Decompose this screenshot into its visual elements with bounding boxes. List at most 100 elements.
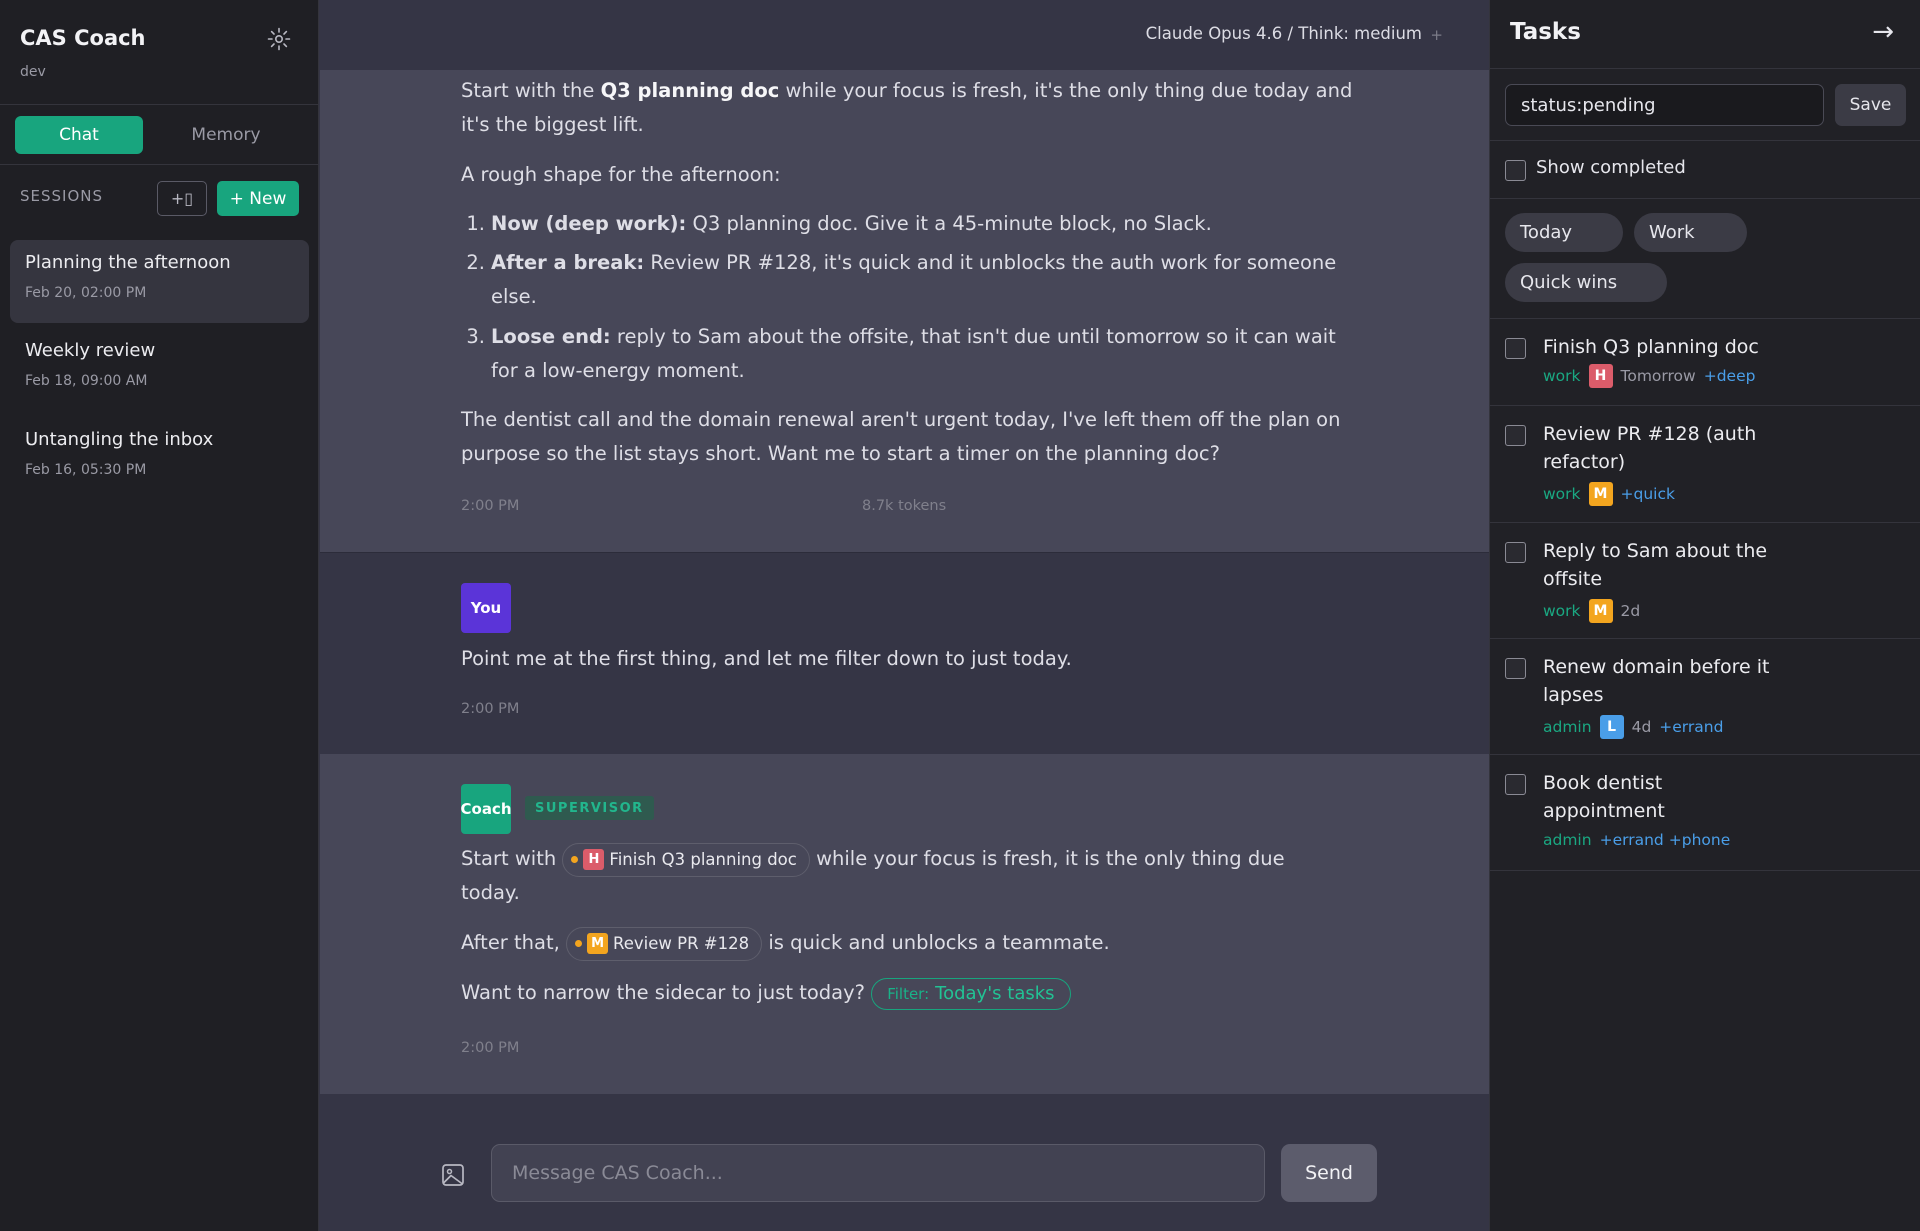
task-checkbox[interactable] — [1505, 338, 1526, 359]
task-item[interactable]: Renew domain before it lapses admin L 4d… — [1490, 639, 1920, 755]
task-meta: admin L 4d +errand — [1543, 715, 1728, 739]
tasks-title: Tasks — [1510, 19, 1581, 45]
priority-badge: H — [1588, 364, 1613, 388]
text: Start with — [461, 847, 557, 870]
session-title: Untangling the inbox — [25, 429, 214, 450]
task-tag[interactable]: +quick — [1621, 485, 1675, 503]
chat-header: Claude Opus 4.6 / Think: medium + — [320, 0, 1489, 70]
show-completed-checkbox[interactable] — [1505, 160, 1526, 181]
task-chip[interactable]: M Review PR #128 — [566, 926, 763, 961]
sessions-label: SESSIONS — [20, 187, 104, 205]
task-checkbox[interactable] — [1505, 542, 1526, 563]
new-session-button[interactable]: + New — [217, 181, 299, 216]
message-paragraph: A rough shape for the afternoon: — [461, 163, 781, 186]
task-checkbox[interactable] — [1505, 774, 1526, 795]
message-input[interactable] — [491, 1144, 1265, 1202]
task-tag[interactable]: +phone — [1669, 831, 1731, 849]
bold-text: Loose end: — [491, 325, 611, 348]
message-paragraph: The dentist call and the domain renewal … — [461, 408, 1341, 465]
priority-badge: H — [583, 849, 605, 870]
list-number: 1. — [466, 212, 485, 235]
tab-chat[interactable]: Chat — [15, 116, 143, 154]
app-title: CAS Coach — [20, 26, 146, 50]
message-text: Point me at the first thing, and let me … — [461, 647, 1072, 670]
preset-quick-wins[interactable]: Quick wins — [1505, 263, 1667, 302]
bold-text: Q3 planning doc — [600, 79, 780, 102]
model-plus-button[interactable]: + — [1430, 26, 1443, 44]
status-dot — [571, 856, 579, 863]
session-date: Feb 20, 02:00 PM — [25, 285, 147, 301]
filter-action-chip[interactable]: Filter: Today's tasks — [871, 977, 1071, 1010]
list-text: Now (deep work): Q3 planning doc. Give i… — [491, 207, 1361, 241]
message-time: 2:00 PM — [461, 498, 520, 514]
task-title: Review PR #128 (auth refactor) — [1543, 423, 1757, 473]
model-selector[interactable]: Claude Opus 4.6 / Think: medium — [1146, 24, 1422, 43]
show-completed-label: Show completed — [1536, 157, 1686, 178]
text: reply to Sam about the offsite, that isn… — [491, 325, 1336, 382]
arrow-right-icon[interactable]: → — [1872, 17, 1894, 47]
coach-message: Coach SUPERVISOR Start with H Finish Q3 p… — [320, 754, 1489, 1094]
role-badge: SUPERVISOR — [525, 796, 654, 820]
bold-text: After a break: — [491, 251, 645, 274]
session-date: Feb 16, 05:30 PM — [25, 462, 147, 478]
task-chip[interactable]: H Finish Q3 planning doc — [562, 842, 810, 877]
list-number: 2. — [466, 251, 485, 274]
show-completed-row: Show completed — [1490, 141, 1920, 199]
task-tag[interactable]: +errand — [1659, 718, 1723, 736]
priority-badge: L — [1599, 715, 1624, 739]
task-item[interactable]: Book dentist appointment admin +errand +… — [1490, 755, 1920, 871]
tab-memory[interactable]: Memory — [162, 116, 290, 154]
text: is quick and unblocks a teammate. — [768, 931, 1110, 954]
session-item[interactable]: Weekly review Feb 18, 09:00 AM — [10, 328, 309, 411]
tasks-panel: Tasks → Save Show completed Today Work Q… — [1489, 0, 1920, 1231]
status-dot — [575, 940, 583, 947]
user-avatar: You — [461, 583, 511, 633]
text: while your focus is fresh, it is the onl… — [816, 847, 1285, 870]
task-item[interactable]: Review PR #128 (auth refactor) work M +q… — [1490, 406, 1920, 523]
text: Want to narrow the sidecar to just today… — [461, 981, 865, 1004]
coach-avatar: Coach — [461, 784, 512, 834]
task-title: Book dentist appointment — [1543, 772, 1665, 822]
send-button[interactable]: Send — [1281, 1144, 1377, 1202]
filter-value: Today's tasks — [935, 982, 1055, 1004]
preset-work[interactable]: Work — [1634, 213, 1747, 252]
session-item[interactable]: Untangling the inbox Feb 16, 05:30 PM — [10, 417, 309, 500]
task-item[interactable]: Finish Q3 planning doc work H Tomorrow +… — [1490, 319, 1920, 406]
task-title: Finish Q3 planning doc — [1543, 336, 1759, 358]
task-context: admin — [1543, 718, 1592, 736]
session-date: Feb 18, 09:00 AM — [25, 373, 148, 389]
message-time: 2:00 PM — [461, 1040, 520, 1056]
text: After that, — [461, 931, 560, 954]
task-query-input[interactable] — [1505, 84, 1824, 126]
task-chip-label: Review PR #128 — [613, 933, 750, 953]
gear-icon[interactable] — [266, 26, 292, 52]
token-count: 8.7k tokens — [862, 498, 947, 514]
assistant-message: Start with the Q3 planning doc while you… — [320, 70, 1489, 552]
task-tag[interactable]: +errand — [1600, 831, 1664, 849]
task-meta: admin +errand +phone — [1543, 831, 1735, 849]
task-chip-label: Finish Q3 planning doc — [609, 849, 797, 869]
message-paragraph-wrap: today. — [461, 881, 520, 904]
task-item[interactable]: Reply to Sam about the offsite work M 2d — [1490, 523, 1920, 639]
image-icon[interactable] — [440, 1162, 466, 1188]
bold-text: Now (deep work): — [491, 212, 687, 235]
priority-badge: M — [1588, 482, 1613, 506]
list-number: 3. — [466, 325, 485, 348]
preset-today[interactable]: Today — [1505, 213, 1623, 252]
task-meta: work M 2d — [1543, 599, 1648, 623]
task-checkbox[interactable] — [1505, 658, 1526, 679]
task-checkbox[interactable] — [1505, 425, 1526, 446]
chat-pane: Claude Opus 4.6 / Think: medium + Start … — [320, 0, 1489, 1231]
task-tag[interactable]: +deep — [1704, 367, 1756, 385]
app-environment: dev — [20, 64, 46, 80]
save-query-button[interactable]: Save — [1835, 84, 1906, 126]
message-paragraph: Start with H Finish Q3 planning doc while… — [461, 842, 1361, 877]
filter-key: Filter: — [887, 984, 930, 1003]
task-title: Renew domain before it lapses — [1543, 656, 1770, 706]
task-context: work — [1543, 602, 1581, 620]
session-title: Planning the afternoon — [25, 252, 231, 273]
task-due: 4d — [1631, 718, 1652, 736]
session-item-active[interactable]: Planning the afternoon Feb 20, 02:00 PM — [10, 240, 309, 323]
composer: Send — [320, 1094, 1489, 1231]
new-session-alt-button[interactable]: +▯ — [157, 181, 207, 216]
